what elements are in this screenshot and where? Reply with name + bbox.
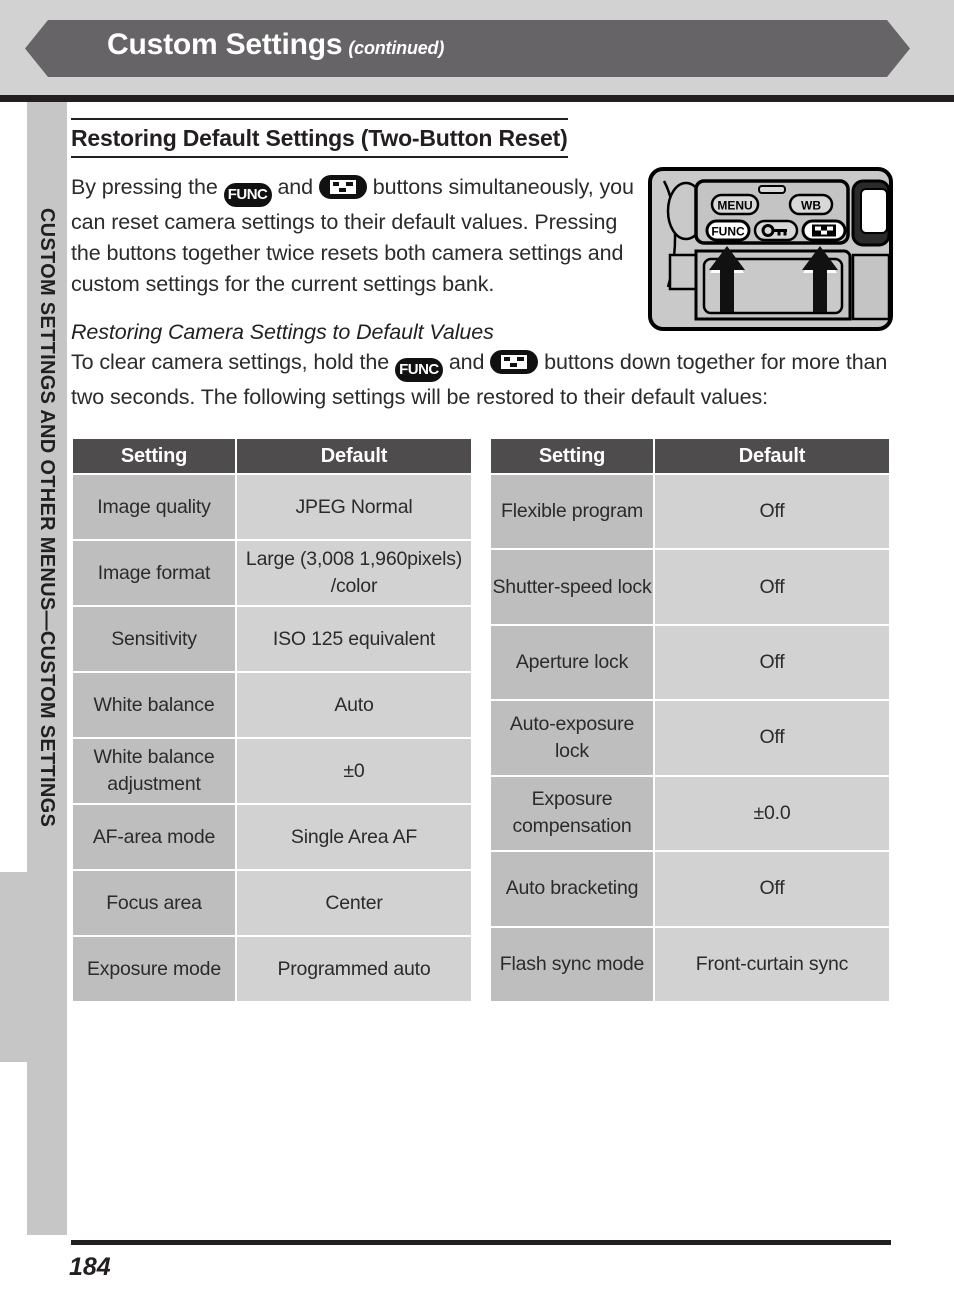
cell-setting: Auto bracketing bbox=[491, 852, 653, 926]
table-row: Auto-exposure lock Off bbox=[491, 701, 889, 775]
procedure-paragraph: To clear camera settings, hold the FUNC … bbox=[71, 347, 901, 413]
chapter-tab-label: CUSTOM SETTINGS AND OTHER MENUS—CUSTOM S… bbox=[27, 150, 67, 910]
table-header-row: Setting Default bbox=[491, 439, 889, 473]
table-row: AF-area mode Single Area AF bbox=[73, 805, 471, 869]
cell-setting: White balance adjustment bbox=[73, 739, 235, 803]
cell-setting: AF-area mode bbox=[73, 805, 235, 869]
table-row: Aperture lock Off bbox=[491, 625, 889, 700]
intro-paragraph: By pressing the FUNC and buttons simulta… bbox=[71, 172, 636, 300]
cell-default: Single Area AF bbox=[237, 805, 471, 869]
cell-default: Off bbox=[655, 550, 889, 624]
cell-default: Programmed auto bbox=[237, 937, 471, 1001]
cell-default: Off bbox=[655, 475, 889, 549]
table-row: Image format Large (3,008 1,960pixels) /… bbox=[73, 541, 471, 605]
cell-default: Large (3,008 1,960pixels) /color bbox=[237, 541, 471, 605]
cell-setting: Flash sync mode bbox=[491, 927, 653, 1001]
camera-thumbnail-grid-icon bbox=[812, 224, 836, 237]
table-camera-settings: Setting Default Image quality JPEG Norma… bbox=[71, 437, 473, 1003]
cell-setting: Flexible program bbox=[491, 475, 653, 549]
table-row: Flash sync mode Front-curtain sync bbox=[491, 927, 889, 1001]
grid-plate-icon-2 bbox=[501, 355, 528, 369]
thumbnail-grid-button-icon-2 bbox=[490, 350, 539, 374]
cell-setting: Image format bbox=[73, 541, 235, 605]
cell-setting: Image quality bbox=[73, 475, 235, 539]
footer-divider-rule bbox=[71, 1240, 891, 1245]
table-right-body: Flexible program Off Shutter-speed lock … bbox=[491, 475, 889, 1001]
cell-setting: Aperture lock bbox=[491, 625, 653, 700]
cell-default: Off bbox=[655, 852, 889, 926]
chapter-tab-label-text: CUSTOM SETTINGS AND OTHER MENUS—CUSTOM S… bbox=[36, 207, 59, 828]
table-row: White balance adjustment ±0 bbox=[73, 739, 471, 803]
page-title-text: Custom Settings bbox=[107, 28, 343, 61]
grid-plate-icon bbox=[329, 180, 356, 194]
procedure-paragraph-part-b: and bbox=[448, 350, 485, 374]
cell-default: Front-curtain sync bbox=[655, 927, 889, 1001]
page-title: Custom Settings (continued) bbox=[107, 28, 444, 62]
table-row: Image quality JPEG Normal bbox=[73, 475, 471, 539]
cell-setting: White balance bbox=[73, 673, 235, 737]
column-header-setting: Setting bbox=[73, 439, 235, 473]
camera-illustration: MENU WB FUNC bbox=[648, 167, 893, 331]
table-header-row: Setting Default bbox=[73, 439, 471, 473]
cell-setting: Sensitivity bbox=[73, 607, 235, 671]
camera-menu-button-label: MENU bbox=[717, 199, 752, 213]
cell-default: ±0.0 bbox=[655, 776, 889, 851]
procedure-paragraph-part-a: To clear camera settings, hold the bbox=[71, 350, 390, 374]
cell-default: Off bbox=[655, 625, 889, 700]
section-heading: Restoring Default Settings (Two-Button R… bbox=[71, 118, 568, 158]
table-row: White balance Auto bbox=[73, 673, 471, 737]
cell-default: Center bbox=[237, 871, 471, 935]
column-header-default: Default bbox=[237, 439, 471, 473]
camera-wb-button-label: WB bbox=[801, 199, 821, 213]
intro-paragraph-part-a: By pressing the bbox=[71, 175, 218, 199]
cell-default: ±0 bbox=[237, 739, 471, 803]
cell-setting: Shutter-speed lock bbox=[491, 550, 653, 624]
table-row: Exposure mode Programmed auto bbox=[73, 937, 471, 1001]
camera-func-button-label: FUNC bbox=[711, 225, 745, 239]
page-title-continued: (continued) bbox=[348, 38, 445, 58]
table-row: Sensitivity ISO 125 equivalent bbox=[73, 607, 471, 671]
cell-default: Auto bbox=[237, 673, 471, 737]
table-row: Exposure compensation ±0.0 bbox=[491, 776, 889, 851]
thumbnail-grid-button-icon bbox=[318, 175, 367, 199]
cell-default: JPEG Normal bbox=[237, 475, 471, 539]
cell-setting: Focus area bbox=[73, 871, 235, 935]
cell-setting: Exposure compensation bbox=[491, 776, 653, 851]
page-number: 184 bbox=[69, 1253, 111, 1281]
cell-setting: Auto-exposure lock bbox=[491, 701, 653, 775]
intro-paragraph-part-b: and bbox=[277, 175, 314, 199]
table-row: Focus area Center bbox=[73, 871, 471, 935]
table-row: Auto bracketing Off bbox=[491, 852, 889, 926]
cell-default: ISO 125 equivalent bbox=[237, 607, 471, 671]
table-shooting-settings: Setting Default Flexible program Off Shu… bbox=[489, 437, 891, 1003]
header-divider-rule bbox=[0, 95, 954, 102]
table-row: Shutter-speed lock Off bbox=[491, 550, 889, 624]
table-left-body: Image quality JPEG Normal Image format L… bbox=[73, 475, 471, 1001]
cell-setting: Exposure mode bbox=[73, 937, 235, 1001]
func-button-icon-2: FUNC bbox=[394, 358, 443, 382]
page-header-band: Custom Settings (continued) bbox=[0, 0, 954, 95]
column-header-setting: Setting bbox=[491, 439, 653, 473]
default-settings-tables: Setting Default Image quality JPEG Norma… bbox=[71, 437, 891, 1003]
func-button-icon: FUNC bbox=[223, 183, 272, 207]
column-header-default: Default bbox=[655, 439, 889, 473]
table-row: Flexible program Off bbox=[491, 475, 889, 549]
cell-default: Off bbox=[655, 701, 889, 775]
